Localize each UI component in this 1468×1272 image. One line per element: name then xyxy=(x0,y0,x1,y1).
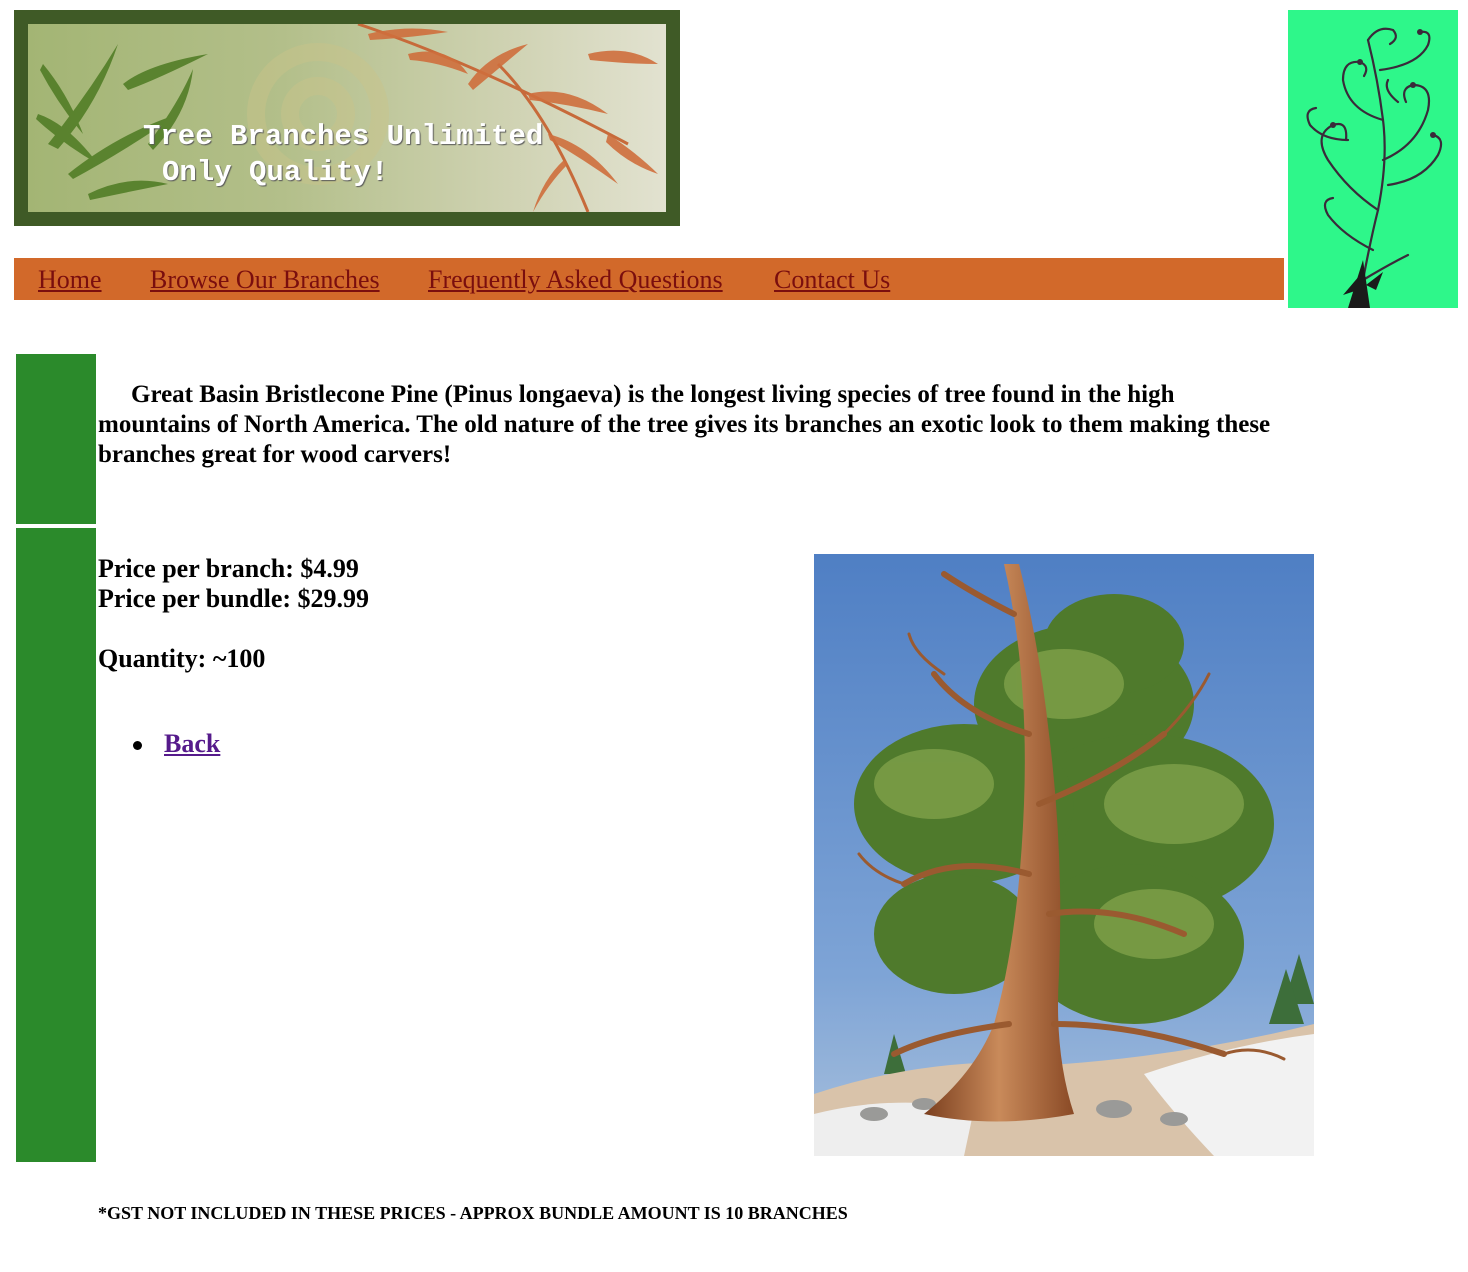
main-nav: Home Browse Our Branches Frequently Aske… xyxy=(14,258,1284,300)
product-description: Great Basin Bristlecone Pine (Pinus long… xyxy=(98,381,1271,468)
nav-browse-link[interactable]: Browse Our Branches xyxy=(150,265,380,295)
site-banner: Tree Branches Unlimited Only Quality! xyxy=(14,10,680,226)
nav-contact-link[interactable]: Contact Us xyxy=(774,265,890,295)
bullet-icon xyxy=(133,741,142,750)
back-link[interactable]: Back xyxy=(164,729,220,759)
nav-faq-link[interactable]: Frequently Asked Questions xyxy=(428,265,723,295)
footnote: *GST NOT INCLUDED IN THESE PRICES - APPR… xyxy=(98,1203,848,1223)
sidebar-bottom-block xyxy=(16,528,96,1162)
ornament-panel xyxy=(1288,10,1458,308)
banner-title: Tree Branches Unlimited xyxy=(143,120,544,153)
banner-subtitle: Only Quality! xyxy=(162,156,389,189)
price-per-branch: Price per branch: $4.99 xyxy=(98,554,359,583)
price-per-bundle: Price per bundle: $29.99 xyxy=(98,584,370,613)
sidebar-top-block xyxy=(16,354,96,524)
banner-artwork: Tree Branches Unlimited Only Quality! xyxy=(28,24,666,212)
tree-painting-icon xyxy=(814,554,1314,1156)
quantity-text: Quantity: ~100 xyxy=(98,644,266,673)
swirl-ornament-icon xyxy=(1306,27,1443,308)
nav-home-link[interactable]: Home xyxy=(38,265,102,295)
bristlecone-pine-image xyxy=(814,554,1314,1156)
